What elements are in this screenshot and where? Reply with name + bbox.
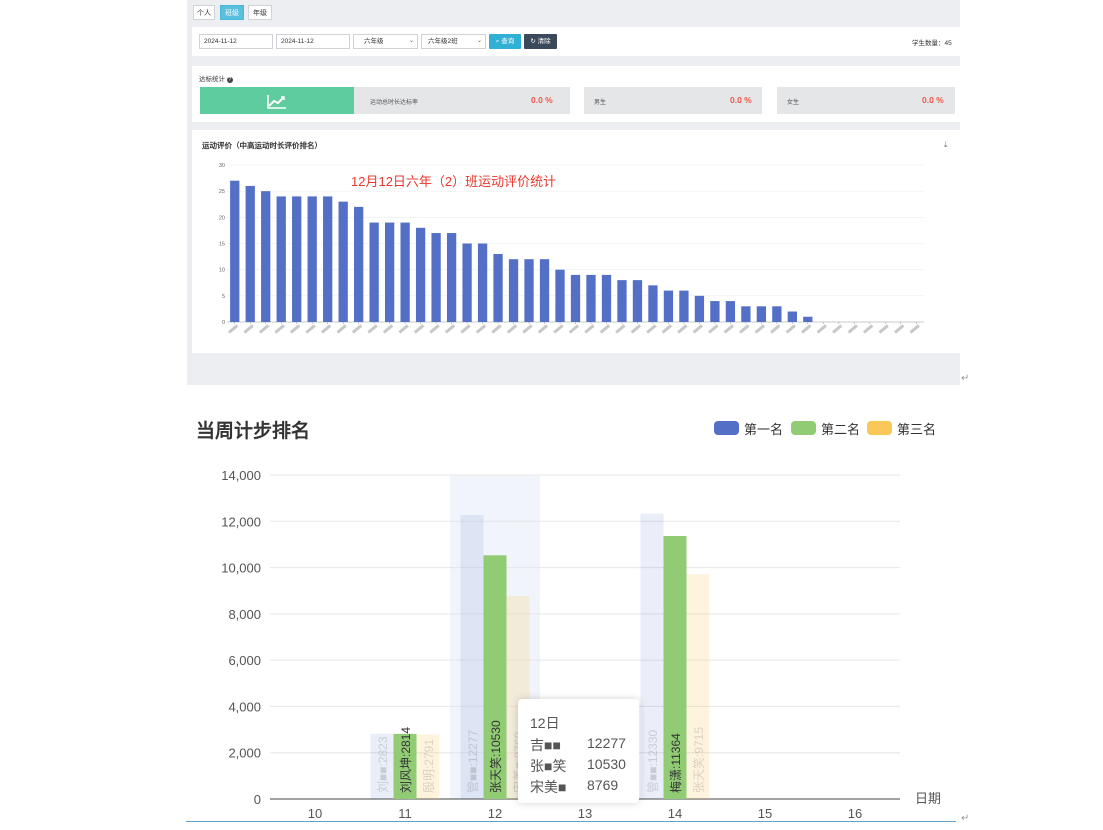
bar-label: 殷明:2791 <box>422 739 436 793</box>
y-tick-label: 0 <box>254 792 261 807</box>
bar-label: 张天笑:9715 <box>691 727 706 793</box>
bar-label: 张天笑:10530 <box>488 720 503 793</box>
x-tick-label: 11 <box>398 806 412 821</box>
tooltip-row-name: 宋美■ <box>530 779 567 795</box>
paragraph-mark: ↵ <box>961 813 970 824</box>
tooltip-row-name: 张■笑 <box>530 758 567 774</box>
x-axis-label: 日期 <box>915 791 941 806</box>
y-tick-label: 14,000 <box>221 468 261 483</box>
tooltip-row-value: 10530 <box>587 756 626 772</box>
tooltip-row-value: 8769 <box>587 777 619 793</box>
paragraph-mark: ↵ <box>961 373 970 384</box>
y-tick-label: 4,000 <box>228 699 261 714</box>
y-tick-label: 8,000 <box>228 607 261 622</box>
y-tick-label: 6,000 <box>228 653 261 668</box>
bar-label: 管■■:12330 <box>645 729 660 793</box>
x-tick-label: 13 <box>578 806 592 821</box>
tooltip-row-name: 吉■■ <box>530 737 561 753</box>
tooltip-title: 12日 <box>530 715 560 731</box>
footer-divider <box>186 821 956 822</box>
bar-label: 管■■:12277 <box>465 729 480 793</box>
x-tick-label: 14 <box>668 806 682 821</box>
bar-label: 梅潇:11364 <box>668 733 683 793</box>
bar-label: 刘■■:2823 <box>376 736 390 793</box>
y-tick-label: 10,000 <box>221 561 261 576</box>
x-tick-label: 15 <box>758 806 772 821</box>
chart-tooltip: 12日 吉■■ 12277 张■笑 10530 宋美■ 8769 <box>518 699 639 803</box>
x-tick-label: 12 <box>488 806 502 821</box>
y-tick-label: 2,000 <box>228 746 261 761</box>
bar-label: 刘风坤:2814 <box>398 727 413 793</box>
x-tick-label: 10 <box>308 806 322 821</box>
tooltip-row-value: 12277 <box>587 735 626 751</box>
y-tick-label: 12,000 <box>221 514 261 529</box>
x-tick-label: 16 <box>848 806 862 821</box>
